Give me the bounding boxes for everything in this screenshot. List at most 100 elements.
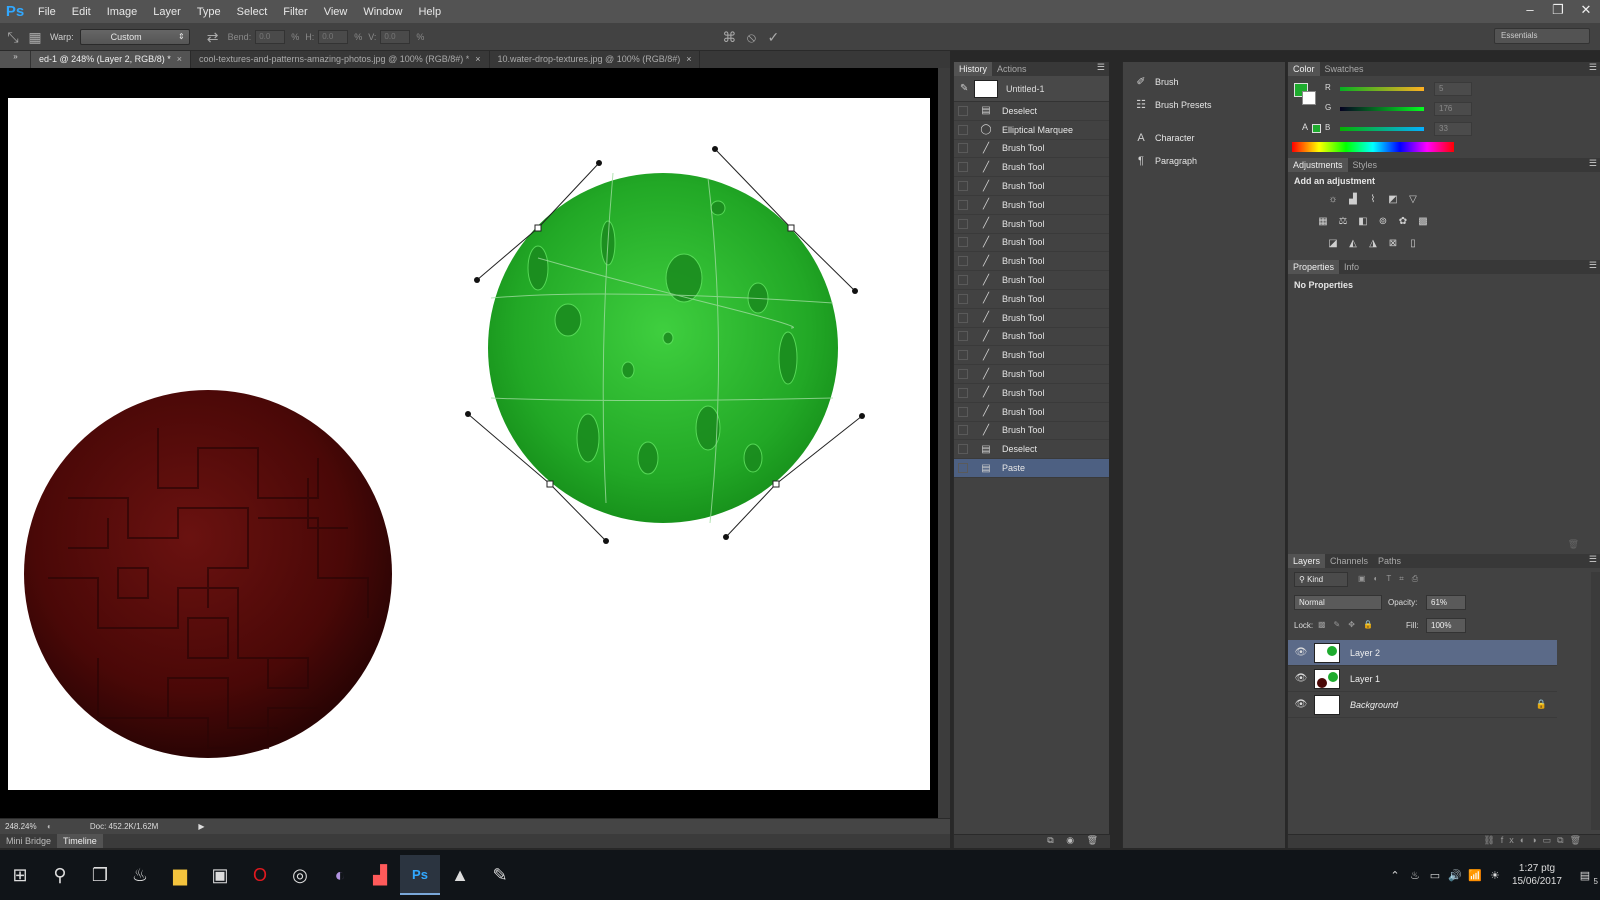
file-explorer-icon[interactable]: ▆: [160, 855, 200, 895]
tab-actions[interactable]: Actions: [992, 62, 1032, 76]
tab-color[interactable]: Color: [1288, 62, 1320, 76]
history-item[interactable]: ╱ Brush Tool: [954, 252, 1109, 272]
layers-footer-icons[interactable]: ⛓fx◐◑▭⧉🗑: [1288, 834, 1600, 848]
channel-mixer-icon[interactable]: ✿: [1396, 216, 1410, 228]
history-item[interactable]: ╱ Brush Tool: [954, 196, 1109, 215]
zoom-level[interactable]: 248.24%: [5, 822, 41, 831]
windows-start-icon[interactable]: ⊞: [0, 855, 40, 895]
history-item[interactable]: ╱ Brush Tool: [954, 346, 1109, 366]
tab-timeline[interactable]: Timeline: [57, 834, 103, 848]
gamut-swatch[interactable]: [1312, 124, 1321, 133]
chevron-up-icon[interactable]: ⌃: [1386, 869, 1404, 882]
history-source-checkbox[interactable]: [958, 293, 968, 304]
brightness-contrast-icon[interactable]: ☼: [1326, 194, 1340, 206]
store-icon[interactable]: ▣: [200, 855, 240, 895]
tab-mini-bridge[interactable]: Mini Bridge: [0, 834, 57, 848]
history-source-checkbox[interactable]: [958, 425, 968, 436]
weather-icon[interactable]: ☀: [1486, 869, 1504, 882]
cancel-transform-icon[interactable]: ⦸: [742, 28, 760, 46]
history-item[interactable]: ╱ Brush Tool: [954, 384, 1109, 403]
battery-icon[interactable]: ▭: [1426, 869, 1444, 882]
steam-icon[interactable]: ♨: [120, 855, 160, 895]
canvas-area[interactable]: [0, 68, 950, 838]
menu-edit[interactable]: Edit: [64, 6, 99, 18]
task-view-icon[interactable]: ❐: [80, 855, 120, 895]
transform-tool-icon[interactable]: ⤡: [4, 28, 22, 46]
black-white-icon[interactable]: ◧: [1356, 216, 1370, 228]
eye-icon[interactable]: 👁: [1294, 673, 1308, 684]
history-item[interactable]: ╱ Brush Tool: [954, 403, 1109, 422]
history-item[interactable]: ╱ Brush Tool: [954, 271, 1109, 290]
history-item[interactable]: ▤ Deselect: [954, 102, 1109, 121]
media-player-icon[interactable]: ◎: [280, 855, 320, 895]
history-source-checkbox[interactable]: [958, 369, 968, 380]
panel-collapse-icon[interactable]: »: [0, 51, 31, 65]
photo-filter-icon[interactable]: ⊚: [1376, 216, 1390, 228]
tab-swatches[interactable]: Swatches: [1320, 62, 1369, 76]
history-source-checkbox[interactable]: [958, 350, 968, 361]
equalizer-icon[interactable]: ▟: [360, 855, 400, 895]
tab-adjustments[interactable]: Adjustments: [1288, 158, 1348, 172]
history-item[interactable]: ╱ Brush Tool: [954, 422, 1109, 441]
history-source-checkbox[interactable]: [958, 444, 968, 455]
red-value[interactable]: 5: [1434, 82, 1472, 96]
history-source-checkbox[interactable]: [958, 331, 968, 342]
history-item[interactable]: ╱ Brush Tool: [954, 328, 1109, 347]
curves-icon[interactable]: ⌇: [1366, 194, 1380, 206]
lock-icons[interactable]: ▩✎✥🔒: [1318, 620, 1381, 629]
history-source-checkbox[interactable]: [958, 105, 968, 116]
history-source-checkbox[interactable]: [958, 256, 968, 267]
fill-input[interactable]: 100%: [1426, 618, 1466, 633]
tab-channels[interactable]: Channels: [1325, 554, 1373, 568]
opacity-input[interactable]: 61%: [1426, 595, 1466, 610]
h-distortion-input[interactable]: 0.0: [318, 29, 349, 44]
tab-layers[interactable]: Layers: [1288, 554, 1326, 568]
history-source-checkbox[interactable]: [958, 387, 968, 398]
v-distortion-input[interactable]: 0.0: [380, 29, 411, 44]
photoshop-taskbar-icon[interactable]: Ps: [400, 855, 440, 895]
blue-slider[interactable]: [1340, 127, 1424, 131]
warp-style-select[interactable]: Custom: [79, 28, 190, 45]
history-item[interactable]: ╱ Brush Tool: [954, 215, 1109, 234]
levels-icon[interactable]: ▟: [1346, 194, 1360, 206]
dock-brush-presets[interactable]: ☷ Brush Presets: [1123, 93, 1285, 116]
dock-character[interactable]: A Character: [1123, 126, 1285, 149]
history-source-checkbox[interactable]: [958, 275, 968, 286]
tab-styles[interactable]: Styles: [1348, 158, 1383, 172]
layer-filter-icons[interactable]: ▣◐T⌗⎙: [1358, 574, 1426, 584]
menu-file[interactable]: File: [30, 6, 64, 18]
history-brush-source-icon[interactable]: ✎: [960, 83, 968, 94]
opera-icon[interactable]: O: [240, 855, 280, 895]
history-snapshot[interactable]: ✎ Untitled-1: [954, 76, 1109, 102]
photos-app-icon[interactable]: ▲: [440, 855, 480, 895]
color-balance-icon[interactable]: ⚖: [1336, 216, 1350, 228]
bend-input[interactable]: 0.0: [255, 29, 286, 44]
document-canvas[interactable]: [8, 98, 930, 790]
history-source-checkbox[interactable]: [958, 218, 968, 229]
history-item[interactable]: ◯ Elliptical Marquee: [954, 121, 1109, 140]
history-item[interactable]: ╱ Brush Tool: [954, 158, 1109, 178]
clock[interactable]: 1:27 ptg 15/06/2017: [1512, 862, 1562, 888]
threshold-icon[interactable]: ◮: [1366, 238, 1380, 250]
color-lookup-icon[interactable]: ▩: [1416, 216, 1430, 228]
panel-menu-icon[interactable]: ☰: [1589, 554, 1597, 565]
eye-icon[interactable]: 👁: [1294, 699, 1308, 710]
layer-row-layer-2[interactable]: 👁 Layer 2: [1288, 640, 1557, 666]
eye-icon[interactable]: 👁: [1294, 647, 1308, 658]
menu-window[interactable]: Window: [355, 6, 410, 18]
menu-help[interactable]: Help: [410, 6, 449, 18]
close-icon[interactable]: ×: [475, 54, 480, 64]
blend-mode-select[interactable]: Normal: [1294, 595, 1382, 610]
history-source-checkbox[interactable]: [958, 199, 968, 210]
steam-tray-icon[interactable]: ♨: [1406, 869, 1424, 882]
commit-transform-icon[interactable]: ✓: [764, 28, 782, 46]
selective-color-icon[interactable]: ▯: [1406, 238, 1420, 250]
puppet-warp-icon[interactable]: ⌘: [720, 28, 738, 46]
exposure-icon[interactable]: ◩: [1386, 194, 1400, 206]
dock-brush[interactable]: ✐ Brush: [1123, 70, 1285, 93]
tab-paths[interactable]: Paths: [1373, 554, 1406, 568]
posterize-icon[interactable]: ◭: [1346, 238, 1360, 250]
tab-properties[interactable]: Properties: [1288, 260, 1340, 274]
color-spectrum-ramp[interactable]: [1292, 142, 1454, 152]
panel-menu-icon[interactable]: ☰: [1097, 62, 1105, 73]
